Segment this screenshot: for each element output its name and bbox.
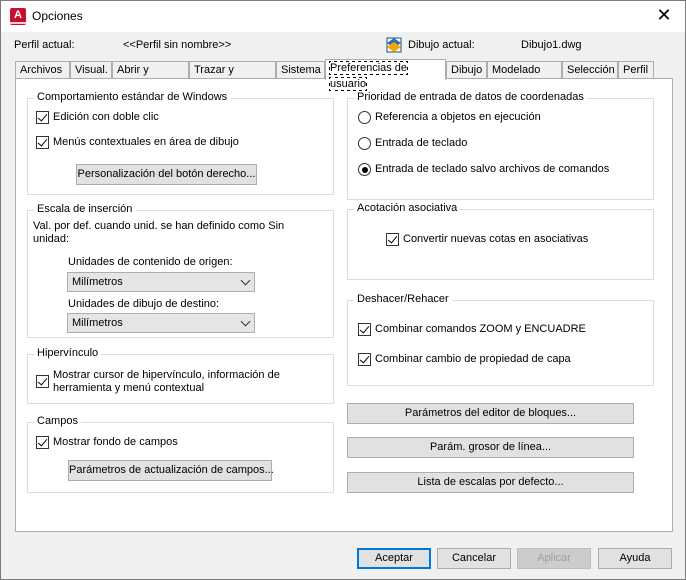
combine-layer-prop-label: Combinar cambio de propiedad de capa [375,353,571,365]
hyperlink-cursor-box[interactable] [36,375,49,388]
hyperlink-cursor-checkbox[interactable]: Mostrar cursor de hipervínculo, informac… [36,369,280,395]
coordinate-priority-title: Prioridad de entrada de datos de coorden… [354,91,587,103]
window-title: Opciones [32,9,83,23]
windows-behavior-group: Comportamiento estándar de Windows Edici… [27,91,334,195]
source-units-value: Milímetros [72,276,123,288]
windows-behavior-title: Comportamiento estándar de Windows [34,91,231,103]
undo-redo-title: Deshacer/Rehacer [354,293,452,305]
help-button[interactable]: Ayuda [598,548,672,569]
combine-zoom-pan-box[interactable] [358,323,371,336]
drawing-label: Dibujo actual: [408,39,475,51]
default-scale-list-button[interactable]: Lista de escalas por defecto... [347,472,634,493]
combine-layer-prop-checkbox[interactable]: Combinar cambio de propiedad de capa [358,353,571,366]
right-click-customization-button[interactable]: Personalización del botón derecho... [76,164,257,185]
combine-zoom-pan-label: Combinar comandos ZOOM y ENCUADRE [375,323,586,335]
hyperlink-cursor-label: Mostrar cursor de hipervínculo, informac… [53,369,280,395]
field-background-label: Mostrar fondo de campos [53,436,178,448]
associative-dim-label: Convertir nuevas cotas en asociativas [403,233,589,245]
chevron-down-icon [240,275,251,286]
shortcut-menus-box[interactable] [36,136,49,149]
target-units-value: Milímetros [72,317,123,329]
block-editor-settings-button[interactable]: Parámetros del editor de bloques... [347,403,634,424]
chevron-down-icon [240,316,251,327]
keyboard-entry-radio[interactable]: Entrada de teclado [358,137,467,150]
associative-dim-box[interactable] [386,233,399,246]
profile-value: <<Perfil sin nombre>> [123,39,232,51]
hyperlink-title: Hipervínculo [34,347,102,359]
target-units-select[interactable]: Milímetros [67,313,255,333]
associative-dim-checkbox[interactable]: Convertir nuevas cotas en asociativas [386,233,588,246]
tab-modelado-3d[interactable]: Modelado 3D [487,61,562,92]
keyboard-entry-label: Entrada de teclado [375,137,468,149]
running-osnap-radio-circle[interactable] [358,111,371,124]
associative-dim-group: Acotación asociativa Convertir nuevas co… [347,202,654,280]
fields-group: Campos Mostrar fondo de campos Parámetro… [27,415,334,493]
tab-abrir-guardar[interactable]: Abrir y guardar [112,61,189,92]
combine-zoom-pan-checkbox[interactable]: Combinar comandos ZOOM y ENCUADRE [358,323,586,336]
preferences-panel: Comportamiento estándar de Windows Edici… [15,78,673,532]
tab-seleccion[interactable]: Selección [562,61,618,79]
tab-visual[interactable]: Visual. [70,61,112,79]
hyperlink-cursor-line1: Mostrar cursor de hipervínculo, informac… [53,369,280,381]
accept-button[interactable]: Aceptar [357,548,431,569]
tab-trazar-publicar[interactable]: Trazar y publicar [189,61,276,92]
combine-layer-prop-box[interactable] [358,353,371,366]
shortcut-menus-label: Menús contextuales en área de dibujo [53,136,239,148]
profile-label: Perfil actual: [14,39,75,51]
tab-dibujo[interactable]: Dibujo [446,61,487,79]
tab-preferencias-usuario[interactable]: Preferencias de usuario [325,59,446,91]
running-osnap-radio[interactable]: Referencia a objetos en ejecución [358,111,541,124]
apply-button[interactable]: Aplicar [517,548,591,569]
keyboard-except-scripts-label: Entrada de teclado salvo archivos de com… [375,163,610,175]
hyperlink-cursor-line2: herramienta y menú contextual [53,382,205,394]
target-units-label: Unidades de dibujo de destino: [68,298,220,310]
insertion-scale-group: Escala de inserción Val. por def. cuando… [27,203,334,338]
running-osnap-label: Referencia a objetos en ejecución [375,111,541,123]
drawing-file-icon [386,37,402,53]
drawing-value: Dibujo1.dwg [521,39,582,51]
associative-dim-title: Acotación asociativa [354,202,461,214]
autocad-logo-icon: A [10,8,26,25]
keyboard-except-scripts-radio[interactable]: Entrada de teclado salvo archivos de com… [358,163,609,176]
keyboard-entry-radio-circle[interactable] [358,137,371,150]
double-click-edit-label: Edición con doble clic [53,111,159,123]
source-units-label: Unidades de contenido de origen: [68,256,233,268]
hyperlink-group: Hipervínculo Mostrar cursor de hipervínc… [27,347,334,404]
title-bar: A Opciones ✕ [1,1,685,32]
double-click-edit-box[interactable] [36,111,49,124]
double-click-edit-checkbox[interactable]: Edición con doble clic [36,111,159,124]
shortcut-menus-checkbox[interactable]: Menús contextuales en área de dibujo [36,136,239,149]
insertion-scale-title: Escala de inserción [34,203,136,215]
options-dialog: A Opciones ✕ Perfil actual: <<Perfil sin… [0,0,686,580]
tab-archivos[interactable]: Archivos [15,61,70,79]
keyboard-except-scripts-radio-circle[interactable] [358,163,371,176]
undo-redo-group: Deshacer/Rehacer Combinar comandos ZOOM … [347,293,654,386]
field-update-settings-button[interactable]: Parámetros de actualización de campos... [68,460,274,481]
cancel-button[interactable]: Cancelar [437,548,511,569]
fields-title: Campos [34,415,81,427]
close-button[interactable]: ✕ [649,4,679,28]
field-background-box[interactable] [36,436,49,449]
lineweight-settings-button[interactable]: Parám. grosor de línea... [347,437,634,458]
insertion-scale-description: Val. por def. cuando unid. se han defini… [33,220,285,245]
coordinate-priority-group: Prioridad de entrada de datos de coorden… [347,91,654,200]
field-background-checkbox[interactable]: Mostrar fondo de campos [36,436,178,449]
tab-perfil[interactable]: Perfil [618,61,654,79]
source-units-select[interactable]: Milímetros [67,272,255,292]
tab-sistema[interactable]: Sistema [276,61,325,79]
